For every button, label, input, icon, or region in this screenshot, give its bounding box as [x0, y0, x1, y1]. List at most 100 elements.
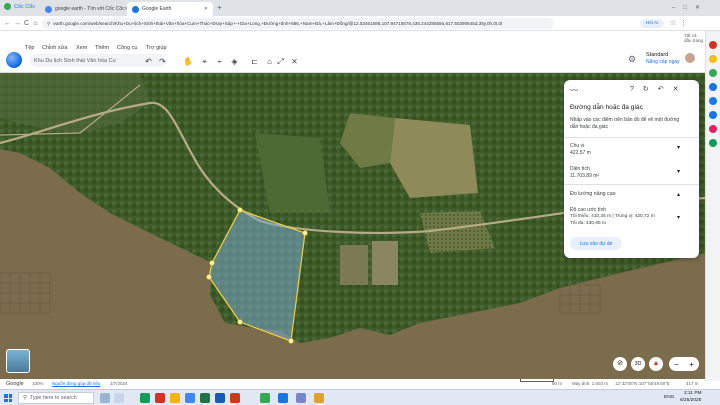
earth-logo[interactable] — [6, 52, 22, 68]
panel-instruction: Nhấp vào các điểm trên bản đồ để vẽ một … — [570, 117, 680, 130]
perimeter-label: Chu vi — [570, 143, 585, 149]
menu-view[interactable]: Xem — [76, 45, 87, 51]
ruler-icon[interactable]: ⨯ — [290, 57, 299, 66]
chrome-icon[interactable] — [278, 393, 288, 403]
taskbar-app-icon[interactable] — [296, 393, 306, 403]
imagery-date: 1/7/2024 — [110, 381, 128, 386]
advanced-label[interactable]: Đo lường nâng cao — [570, 191, 616, 197]
scale-label: 80 m — [552, 381, 563, 386]
file-explorer-icon[interactable] — [314, 393, 324, 403]
zoom-in-icon[interactable]: + — [689, 360, 694, 369]
data-source-link[interactable]: Nguồn đóng góp dữ liệu — [52, 381, 100, 386]
placemark-icon[interactable]: ⌖ — [200, 57, 209, 66]
excel-icon[interactable] — [200, 393, 210, 403]
taskbar-app-icon[interactable] — [114, 393, 124, 403]
panel-actions[interactable]: ?↻↶✕ — [630, 85, 688, 93]
forward-button[interactable]: → — [13, 19, 22, 28]
redo-icon[interactable]: ↷ — [158, 57, 167, 66]
window-controls[interactable]: –□✕ — [672, 4, 708, 11]
address-bar[interactable]: ⚲ earth.google.com/web/search/Khu+Du+lịc… — [42, 18, 554, 29]
avatar[interactable] — [684, 52, 696, 64]
map-view[interactable]: 〰 ?↻↶✕ Đường dẫn hoặc đa giác Nhấp vào c… — [0, 73, 705, 379]
unit-dropdown-perimeter[interactable]: ▾ — [677, 144, 680, 151]
measure-icon[interactable]: ⊏ — [250, 57, 259, 66]
coccoc-taskbar-icon[interactable] — [260, 393, 270, 403]
sidebar-app-icon[interactable] — [709, 41, 717, 49]
address-row: ← → C ⌂ ⚲ earth.google.com/web/search/Kh… — [0, 16, 720, 31]
divider — [564, 137, 699, 138]
browser-sidebar — [705, 31, 720, 381]
menu-edit[interactable]: Chỉnh sửa — [42, 45, 67, 51]
taskbar-search[interactable]: ⚲ Type here to search — [18, 392, 94, 404]
all-bookmarks[interactable]: Tất cả dấu trang — [684, 33, 705, 43]
layer-thumbnail[interactable] — [6, 349, 30, 373]
sidebar-app-icon[interactable] — [709, 55, 717, 63]
upgrade-link[interactable]: Nâng cấp ngay — [646, 59, 680, 65]
powerpoint-icon[interactable] — [230, 393, 240, 403]
toggle-3d-button[interactable]: 3D — [631, 357, 645, 371]
perimeter-value: 422,57 m — [570, 150, 591, 156]
clock-date[interactable]: 6/25/2025 — [680, 398, 701, 403]
sidebar-app-icon[interactable] — [709, 83, 717, 91]
divider — [564, 184, 699, 185]
google-icon — [45, 5, 52, 13]
scale-bar — [520, 379, 554, 382]
path-tool-icon: 〰 — [570, 86, 578, 95]
tab-google-earth[interactable]: Google Earth ✕ — [127, 2, 213, 16]
menu-tools[interactable]: Công cụ — [117, 45, 138, 51]
home-view-icon[interactable]: ⌂ — [265, 57, 274, 66]
elevation-max: Tối đa: 430,65 m — [570, 221, 606, 226]
panel-title: Đường dẫn hoặc đa giác — [570, 104, 643, 111]
tab-google-search[interactable]: google earth - Tìm với Cốc Cốc ✕ — [40, 2, 129, 16]
zoom-level: 100% — [32, 381, 44, 386]
back-button[interactable]: ← — [3, 19, 12, 28]
lock-icon: ⚲ — [47, 20, 51, 26]
hand-icon[interactable]: ✋ — [183, 57, 193, 66]
sidebar-app-icon[interactable] — [709, 69, 717, 77]
task-view-icon[interactable] — [100, 393, 110, 403]
share-icon[interactable]: ⤢ — [276, 57, 285, 66]
browser-logo[interactable]: Cốc Cốc — [4, 3, 35, 10]
home-button[interactable]: ⌂ — [31, 19, 40, 28]
account-plan: Standard — [646, 52, 669, 58]
path-icon[interactable]: ⌁ — [215, 57, 224, 66]
ask-ai-button[interactable]: Hỏi AI — [640, 19, 664, 28]
facebook-icon[interactable] — [709, 97, 717, 105]
taskbar-app-icon[interactable] — [185, 393, 195, 403]
save-to-project-button[interactable]: Lưu vào dự án — [570, 237, 622, 250]
language-indicator[interactable]: ENG — [664, 395, 674, 400]
sidebar-app-icon[interactable] — [709, 125, 717, 133]
sidebar-app-icon[interactable] — [709, 139, 717, 147]
unit-dropdown-elevation[interactable]: ▾ — [677, 214, 680, 221]
new-tab-button[interactable]: + — [217, 3, 222, 12]
browser-tab-strip: Cốc Cốc google earth - Tìm với Cốc Cốc ✕… — [0, 0, 720, 16]
reload-button[interactable]: C — [22, 19, 31, 28]
clock-time[interactable]: 2:11 PM — [684, 391, 702, 396]
measure-panel: 〰 ?↻↶✕ Đường dẫn hoặc đa giác Nhấp vào c… — [564, 80, 699, 258]
google-logo: Google — [6, 381, 24, 387]
compass-icon[interactable]: ▲ — [649, 357, 663, 371]
sidebar-app-icon[interactable] — [709, 111, 717, 119]
start-icon[interactable] — [4, 394, 12, 402]
undo-icon[interactable]: ↶ — [144, 57, 153, 66]
word-icon[interactable] — [215, 393, 225, 403]
taskbar: ⚲ Type here to search ENG 2:11 PM 6/25/2… — [0, 389, 720, 405]
unit-dropdown-area[interactable]: ▾ — [677, 168, 680, 175]
menu-help[interactable]: Trợ giúp — [146, 45, 167, 51]
zoom-out-icon[interactable]: − — [674, 360, 679, 369]
extensions-icon[interactable]: ☆⋮ — [670, 19, 691, 27]
settings-icon[interactable]: ⚙ — [628, 54, 636, 65]
zoom-control[interactable]: − + — [669, 357, 699, 371]
close-icon[interactable]: ✕ — [204, 6, 208, 12]
menu-file[interactable]: Tệp — [25, 45, 34, 51]
taskbar-app-icon[interactable] — [140, 393, 150, 403]
chevron-up-icon[interactable]: ▴ — [677, 191, 680, 198]
taskbar-app-icon[interactable] — [170, 393, 180, 403]
elevation-label: Độ cao ước tính — [570, 207, 607, 213]
area-value: 11.703,89 m² — [570, 173, 600, 179]
street-view-icon[interactable]: ⊘ — [613, 357, 627, 371]
elevation-readout: 417 m — [686, 381, 699, 386]
layers-icon[interactable]: ◈ — [230, 57, 239, 66]
taskbar-app-icon[interactable] — [155, 393, 165, 403]
menu-add[interactable]: Thêm — [95, 45, 109, 51]
